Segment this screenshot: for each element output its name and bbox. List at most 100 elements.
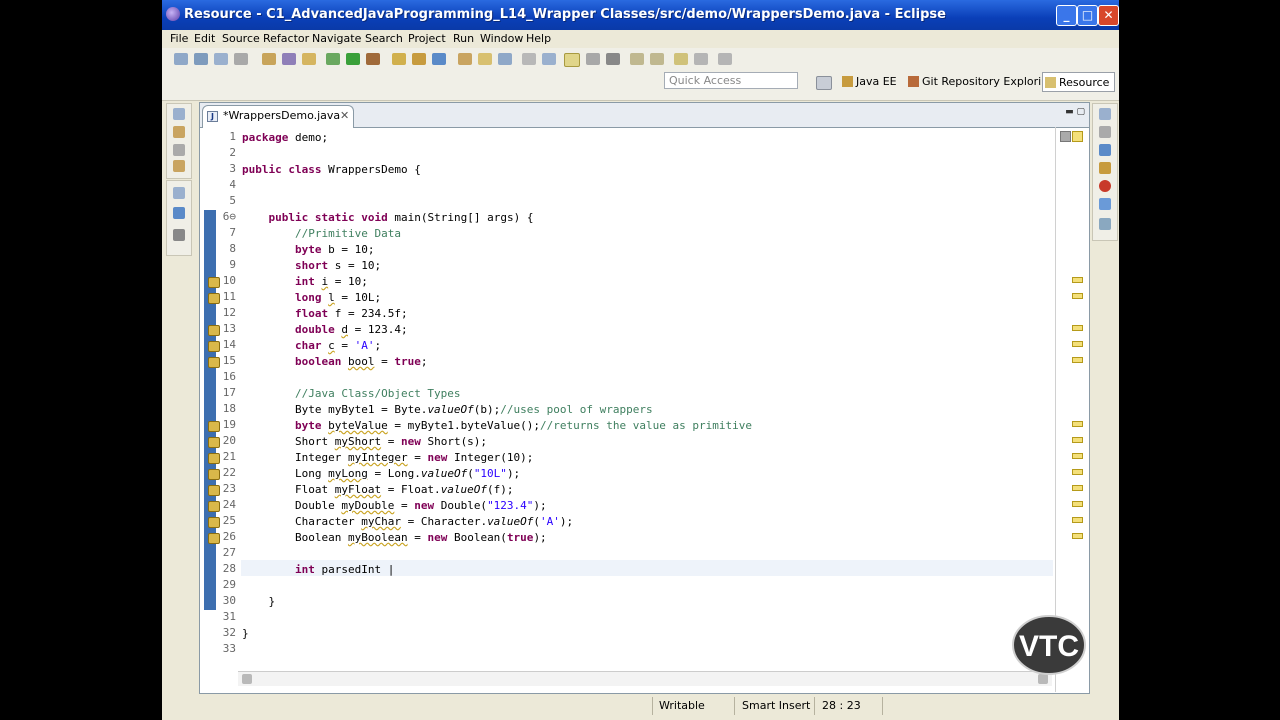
bookmark-icon[interactable] [542,53,556,65]
warning-icon[interactable] [208,357,220,368]
console-icon[interactable] [173,229,185,241]
new-class-icon[interactable] [432,53,446,65]
warning-icon[interactable] [208,453,220,464]
code-line[interactable]: Integer myInteger = new Integer(10); [242,450,533,466]
menu-refactor[interactable]: Refactor [263,32,309,45]
project-explorer-icon[interactable] [173,126,185,138]
back-icon[interactable] [694,53,708,65]
server-icon[interactable] [262,53,276,65]
save-icon[interactable] [194,53,208,65]
warning-icon[interactable] [208,485,220,496]
servers-icon[interactable] [1099,218,1111,230]
navigator-icon[interactable] [173,160,185,172]
overview-warning-marker[interactable] [1072,453,1083,459]
perspective-git[interactable]: Git Repository Exploring [906,72,1058,92]
warning-icon[interactable] [208,437,220,448]
code-line[interactable]: double d = 123.4; [242,322,408,338]
overview-warning-marker[interactable] [1072,357,1083,363]
menu-edit[interactable]: Edit [194,32,215,45]
overview-ruler[interactable] [1055,127,1088,692]
menu-navigate[interactable]: Navigate [312,32,361,45]
task-list-icon[interactable] [1099,144,1111,156]
menu-project[interactable]: Project [408,32,446,45]
menu-source[interactable]: Source [222,32,260,45]
forward-icon[interactable] [718,53,732,65]
overview-warning-marker[interactable] [1072,485,1083,491]
menu-run[interactable]: Run [453,32,474,45]
debug-run-icon[interactable] [326,53,340,65]
code-line[interactable]: } [242,594,275,610]
next-annotation-icon[interactable] [630,53,644,65]
new-icon[interactable] [174,53,188,65]
menu-help[interactable]: Help [526,32,551,45]
run-icon[interactable] [346,53,360,65]
warning-icon[interactable] [208,293,220,304]
code-line[interactable]: Long myLong = Long.valueOf("10L"); [242,466,520,482]
restore-icon[interactable] [1099,108,1111,120]
overview-warning-marker[interactable] [1072,533,1083,539]
horizontal-scrollbar[interactable] [238,671,1052,686]
new-java-project-icon[interactable] [392,53,406,65]
open-perspective-icon[interactable] [816,76,832,90]
code-line[interactable]: int parsedInt | [242,562,394,578]
restore-icon[interactable] [173,108,185,120]
code-line[interactable]: package demo; [242,130,328,146]
close-icon[interactable]: ✕ [340,106,349,126]
quick-access-input[interactable]: Quick Access [664,72,798,89]
outline-icon[interactable] [173,144,185,156]
overview-warning-marker[interactable] [1072,293,1083,299]
code-line[interactable]: float f = 234.5f; [242,306,408,322]
overview-warning-marker[interactable] [1072,469,1083,475]
code-line[interactable]: //Java Class/Object Types [242,386,461,402]
code-line[interactable]: Boolean myBoolean = new Boolean(true); [242,530,547,546]
warning-icon[interactable] [208,421,220,432]
last-edit-location-icon[interactable] [674,53,688,65]
warning-icon[interactable] [208,277,220,288]
outline-icon[interactable] [1099,126,1111,138]
previous-annotation-icon[interactable] [650,53,664,65]
overview-warning-marker[interactable] [1072,341,1083,347]
overview-warning-marker[interactable] [1072,501,1083,507]
code-line[interactable]: Character myChar = Character.valueOf('A'… [242,514,573,530]
code-line[interactable]: public class WrappersDemo { [242,162,421,178]
bookmarks-icon[interactable] [1099,162,1111,174]
search-icon[interactable] [498,53,512,65]
minimize-button[interactable]: _ [1056,5,1077,26]
code-line[interactable]: byte byteValue = myByte1.byteValue();//r… [242,418,752,434]
scroll-left-icon[interactable] [242,674,252,684]
block-selection-icon[interactable] [606,53,620,65]
overview-warning-marker[interactable] [1072,517,1083,523]
code-line[interactable]: //Primitive Data [242,226,401,242]
warning-icon[interactable] [208,325,220,336]
warning-icon[interactable] [208,517,220,528]
overview-warning-marker[interactable] [1072,277,1083,283]
code-line[interactable]: byte b = 10; [242,242,374,258]
warning-icon[interactable] [208,341,220,352]
code-line[interactable]: public static void main(String[] args) { [242,210,534,226]
print-icon[interactable] [234,53,248,65]
code-line[interactable]: int i = 10; [242,274,368,290]
code-line[interactable]: char c = 'A'; [242,338,381,354]
menu-window[interactable]: Window [480,32,523,45]
code-line[interactable]: Double myDouble = new Double("123.4"); [242,498,547,514]
show-whitespace-icon[interactable] [586,53,600,65]
perspective-java-ee[interactable]: Java EE [840,72,900,92]
menu-search[interactable]: Search [365,32,403,45]
debug-icon[interactable] [282,53,296,65]
warning-icon[interactable] [208,501,220,512]
new-package-icon[interactable] [412,53,426,65]
code-line[interactable]: short s = 10; [242,258,381,274]
problems-icon[interactable] [1099,180,1111,192]
code-line[interactable]: Short myShort = new Short(s); [242,434,487,450]
warning-icon[interactable] [208,469,220,480]
overview-warning-marker[interactable] [1072,437,1083,443]
code-line[interactable]: long l = 10L; [242,290,381,306]
maximize-button[interactable]: □ [1077,5,1098,26]
overview-warning-marker[interactable] [1072,421,1083,427]
warning-icon[interactable] [208,533,220,544]
editor-min-max-icon[interactable]: ▬ ▢ [1065,107,1085,117]
perspective-resource[interactable]: Resource [1042,72,1115,92]
hierarchy-icon[interactable] [173,207,185,219]
close-button[interactable]: ✕ [1098,5,1119,26]
overview-warning-marker[interactable] [1072,325,1083,331]
